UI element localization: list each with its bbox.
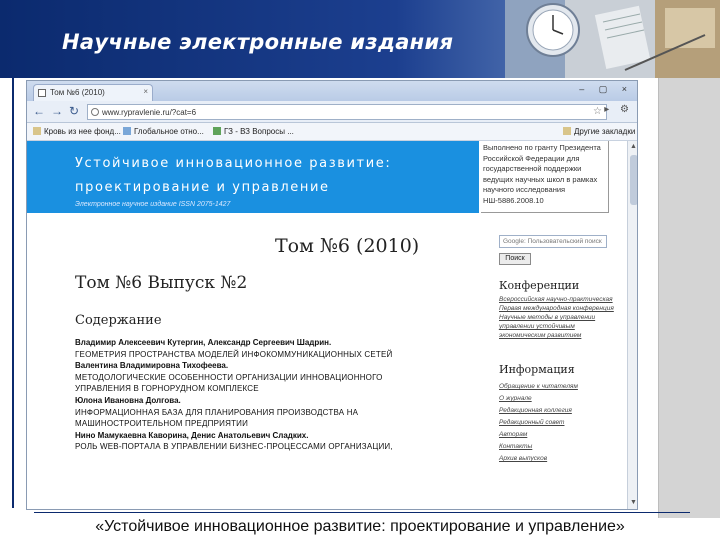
slide: Научные электронные издания Том №6 (2010…	[0, 0, 720, 540]
article-authors: Валентина Владимировна Тихофеева.	[75, 361, 229, 371]
list-item[interactable]: Нино Мамукаевна Каворина, Денис Анатолье…	[75, 430, 435, 453]
left-rule	[12, 78, 14, 508]
sidebar-link[interactable]: управлении устойчивым	[499, 322, 619, 331]
list-item[interactable]: Юлона Ивановна Долгова. Информационная б…	[75, 395, 435, 430]
article-authors: Нино Мамукаевна Каворина, Денис Анатолье…	[75, 430, 309, 440]
sidebar-link[interactable]: Научные методы в управлении	[499, 313, 619, 322]
forward-icon[interactable]: →	[51, 104, 63, 118]
journal-title-line2: проектирование и управление	[75, 180, 330, 195]
other-bookmarks[interactable]: Другие закладки	[563, 127, 635, 136]
address-bar-url: www.rypravlenie.ru/?cat=6	[102, 108, 197, 117]
volume-title: Том №6 (2010)	[275, 235, 420, 257]
slide-caption: «Устойчивое инновационное развитие: прое…	[95, 518, 625, 535]
browser-tab[interactable]: Том №6 (2010) ×	[33, 84, 153, 101]
browser-window: Том №6 (2010) × – ▢ × ← → ↻ www.rypravle…	[26, 80, 638, 510]
scroll-thumb[interactable]	[630, 155, 637, 205]
scroll-down-icon[interactable]: ▼	[630, 499, 637, 506]
article-title[interactable]: Методологические особенности организации…	[75, 372, 435, 395]
issue-title: Том №6 Выпуск №2	[75, 273, 248, 293]
window-controls[interactable]: – ▢ ×	[579, 84, 633, 95]
article-title[interactable]: Геометрия пространства моделей инфокомму…	[75, 349, 435, 361]
info-heading: Информация	[499, 363, 575, 376]
conferences-links: Всероссийская научно-практическая Первая…	[499, 295, 619, 340]
folder-icon	[563, 127, 571, 135]
search-input[interactable]: Google: Пользовательский поиск	[499, 235, 607, 248]
sidebar-link[interactable]: Контакты	[499, 441, 619, 453]
address-bar[interactable]: www.rypravlenie.ru/?cat=6 ☆	[87, 104, 607, 120]
page-icon	[213, 127, 221, 135]
sidebar-link[interactable]: Обращение к читателям	[499, 381, 619, 393]
contents-heading: Содержание	[75, 313, 162, 328]
bookmark-item[interactable]: ГЗ - ВЗ Вопросы ...	[213, 127, 294, 136]
sidebar-link[interactable]: О журнале	[499, 393, 619, 405]
journal-title-line1: Устойчивое инновационное развитие:	[75, 156, 392, 171]
conferences-heading: Конференции	[499, 279, 580, 292]
scroll-up-icon[interactable]: ▲	[630, 143, 637, 150]
article-authors: Владимир Алексеевич Кутергин, Александр …	[75, 338, 332, 347]
journal-subtitle: Электронное научное издание ISSN 2075-14…	[75, 201, 231, 208]
article-list: Владимир Алексеевич Кутергин, Александр …	[75, 337, 435, 453]
journal-banner[interactable]: Устойчивое инновационное развитие: проек…	[27, 141, 479, 213]
bookmarks-bar: Кровь из нее фонд... Глобальное отно... …	[27, 123, 637, 141]
browser-menu-icons[interactable]: ▸ ⚙	[604, 104, 633, 115]
grant-notice-frame	[481, 141, 609, 213]
side-strip	[658, 78, 720, 518]
page-favicon-icon	[38, 89, 46, 97]
tab-bar: Том №6 (2010) × – ▢ ×	[27, 81, 637, 101]
tab-label: Том №6 (2010)	[50, 88, 105, 97]
tab-close-icon[interactable]: ×	[143, 87, 148, 96]
sidebar-link[interactable]: Редакционная коллегия	[499, 405, 619, 417]
sidebar-link[interactable]: Всероссийская научно-практическая	[499, 295, 619, 304]
reload-icon[interactable]: ↻	[69, 104, 79, 118]
sidebar: Google: Пользовательский поиск Поиск Кон…	[499, 213, 627, 509]
folder-icon	[33, 127, 41, 135]
sidebar-link[interactable]: Авторам	[499, 429, 619, 441]
article-title[interactable]: Роль Web-портала в управлении бизнес-про…	[75, 441, 435, 453]
search-button[interactable]: Поиск	[499, 253, 531, 265]
list-item[interactable]: Владимир Алексеевич Кутергин, Александр …	[75, 337, 435, 360]
page-icon	[123, 127, 131, 135]
browser-toolbar: ← → ↻ www.rypravlenie.ru/?cat=6 ☆ ▸ ⚙	[27, 101, 637, 123]
web-page: Устойчивое инновационное развитие: проек…	[27, 141, 637, 509]
sidebar-link[interactable]: Редакционный совет	[499, 417, 619, 429]
sidebar-link[interactable]: Архив выпусков	[499, 453, 619, 465]
bookmark-item[interactable]: Глобальное отно...	[123, 127, 204, 136]
article-title[interactable]: Информационная база для планирования про…	[75, 407, 435, 430]
slide-header: Научные электронные издания	[0, 0, 720, 78]
sidebar-link[interactable]: Первая международная конференция	[499, 304, 619, 313]
info-links: Обращение к читателям О журнале Редакцио…	[499, 381, 619, 465]
bookmark-star-icon[interactable]: ☆	[593, 106, 602, 117]
article-authors: Юлона Ивановна Долгова.	[75, 395, 181, 405]
header-decoration-image	[505, 0, 720, 78]
globe-icon	[91, 108, 99, 116]
list-item[interactable]: Валентина Владимировна Тихофеева. Методо…	[75, 360, 435, 395]
slide-title: Научные электронные издания	[62, 30, 454, 54]
back-icon[interactable]: ←	[33, 104, 45, 118]
main-content: Том №6 (2010) Том №6 Выпуск №2 Содержани…	[27, 213, 479, 509]
bottom-rule	[34, 512, 690, 513]
bookmark-item[interactable]: Кровь из нее фонд...	[33, 127, 121, 136]
sidebar-link[interactable]: экономическим развитием	[499, 331, 619, 340]
page-scrollbar[interactable]: ▲ ▼	[627, 141, 637, 509]
